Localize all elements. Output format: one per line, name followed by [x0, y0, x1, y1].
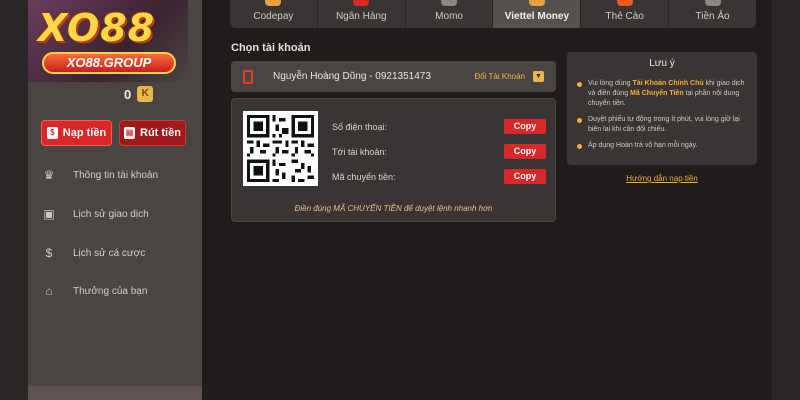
phone-number-row: Số điện thoại: Copy [332, 119, 546, 134]
balance-value: 0 [124, 86, 132, 102]
phone-number-label: Số điện thoại: [332, 121, 388, 132]
transfer-code-row: Mã chuyển tiền: Copy [332, 169, 546, 184]
deposit-icon: $ [46, 127, 58, 139]
copy-phone-button[interactable]: Copy [504, 119, 546, 134]
withdraw-button[interactable]: ▤ Rút tiền [119, 120, 186, 146]
payment-method-tabs: Codepay Ngân Hàng Momo Viettel Money Thẻ… [230, 0, 756, 28]
nav-transaction-history[interactable]: ▣ Lịch sử giao dịch [42, 207, 149, 221]
transfer-note: Điền đúng MÃ CHUYỂN TIỀN để duyệt lệnh n… [294, 204, 493, 213]
tab-bank[interactable]: Ngân Hàng [318, 0, 406, 28]
tab-label: Codepay [253, 11, 294, 22]
nav-rewards[interactable]: ⌂ Thưởng của bạn [42, 284, 147, 298]
bullet-icon [577, 82, 582, 87]
deposit-button[interactable]: $ Nạp tiền [41, 120, 112, 146]
notice-text: Vui lòng dùng Tài Khoản Chính Chủ khi gi… [588, 80, 745, 107]
transfer-code-label: Mã chuyển tiền: [332, 171, 396, 182]
coin-icon: K [137, 86, 154, 102]
notice-item: Vui lòng dùng Tài Khoản Chính Chủ khi gi… [577, 79, 747, 109]
nav-label: Thông tin tài khoản [73, 169, 159, 181]
page-margin-right [772, 0, 800, 400]
wallet-icon: ▣ [43, 207, 55, 221]
codepay-icon [265, 0, 282, 6]
qr-code-image [247, 115, 314, 182]
sidebar-footer [28, 386, 202, 400]
tab-label: Ngân Hàng [335, 11, 387, 22]
notice-panel: Lưu ý Vui lòng dùng Tài Khoản Chính Chủ … [567, 52, 757, 165]
copy-transfer-code-button[interactable]: Copy [504, 169, 546, 184]
logo-text: XO88 [38, 6, 156, 50]
bank-icon [353, 0, 370, 6]
nav-label: Thưởng của bạn [73, 285, 148, 297]
nav-bet-history[interactable]: $ Lịch sử cá cược [42, 246, 146, 260]
brand-logo[interactable]: XO88 XO88.GROUP [28, 0, 188, 82]
tab-label: Thẻ Cào [605, 11, 644, 22]
nav-label: Lịch sử cá cược [73, 247, 146, 259]
qr-code [243, 111, 318, 186]
notice-text: Áp dụng Hoàn trả vô hạn mỗi ngày. [588, 142, 698, 149]
phone-icon [243, 69, 253, 84]
bullet-icon [577, 118, 582, 123]
viettel-money-icon [528, 0, 545, 6]
transfer-panel: Số điện thoại: Copy Tới tài khoản: Copy … [231, 98, 556, 222]
tab-label: Viettel Money [504, 11, 570, 22]
withdraw-label: Rút tiền [140, 127, 181, 139]
gift-icon: ⌂ [45, 284, 53, 298]
tab-crypto[interactable]: Tiền Ảo [669, 0, 756, 28]
deposit-guide-link[interactable]: Hướng dẫn nạp tiền [567, 174, 757, 183]
tab-momo[interactable]: Momo [406, 0, 494, 28]
tab-codepay[interactable]: Codepay [230, 0, 318, 28]
momo-icon [441, 0, 458, 6]
tab-label: Momo [435, 11, 463, 22]
scratch-card-icon [616, 0, 633, 6]
chevron-down-icon[interactable]: ▼ [533, 71, 544, 82]
account-name: Nguyễn Hoàng Dũng - 0921351473 [273, 71, 431, 82]
withdraw-icon: ▤ [124, 127, 136, 139]
balance: 0 K [124, 86, 154, 102]
deposit-label: Nạp tiền [62, 127, 107, 139]
crown-icon: ♛ [43, 168, 55, 182]
recipient-account-label: Tới tài khoản: [332, 146, 387, 157]
account-selector[interactable]: Nguyễn Hoàng Dũng - 0921351473 Đổi Tài K… [231, 61, 556, 92]
money-bag-icon: $ [45, 246, 53, 260]
sidebar: XO88 XO88.GROUP 0 K $ Nạp tiền ▤ Rút tiề… [28, 0, 202, 400]
recipient-account-row: Tới tài khoản: Copy [332, 144, 546, 159]
logo-subtext: XO88.GROUP [42, 52, 176, 74]
section-title: Chọn tài khoản [231, 42, 311, 54]
nav-account-info[interactable]: ♛ Thông tin tài khoản [42, 168, 158, 182]
notice-title: Lưu ý [649, 58, 675, 69]
notice-item: Áp dụng Hoàn trả vô hạn mỗi ngày. [577, 141, 747, 151]
tab-viettel-money[interactable]: Viettel Money [493, 0, 582, 28]
copy-account-button[interactable]: Copy [504, 144, 546, 159]
nav-label: Lịch sử giao dịch [73, 208, 149, 220]
notice-item: Duyệt phiếu tự động trong ít phút, vui l… [577, 115, 747, 135]
notice-text: Duyệt phiếu tự động trong ít phút, vui l… [588, 116, 740, 133]
tab-scratch-card[interactable]: Thẻ Cào [581, 0, 670, 28]
page-margin-left [0, 0, 28, 400]
switch-account-link[interactable]: Đổi Tài Khoản [474, 72, 525, 81]
crypto-icon [704, 0, 721, 6]
bullet-icon [577, 144, 582, 149]
tab-label: Tiền Ảo [695, 11, 730, 22]
